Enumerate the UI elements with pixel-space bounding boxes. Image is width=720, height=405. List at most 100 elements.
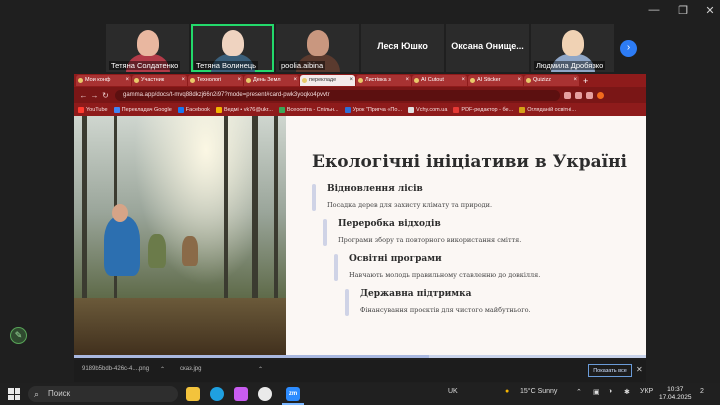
taskbar-search[interactable]: ⌕ Поиск <box>28 386 178 402</box>
search-icon: ⌕ <box>34 389 40 399</box>
bookmark-favicon-icon <box>113 106 120 113</box>
tab-label: Листівка з <box>365 77 391 83</box>
keyboard-indicator[interactable]: UK <box>448 388 458 395</box>
browser-tab[interactable]: Quizizz × <box>524 75 579 86</box>
bookmark-favicon-icon <box>78 106 84 113</box>
back-icon[interactable]: ← <box>78 91 89 100</box>
browser-tab[interactable]: перекладе × <box>300 75 355 86</box>
weather-widget[interactable]: 15°C Sunny <box>520 388 557 395</box>
slide-content: Екологічні ініціативи в Україні Відновле… <box>286 116 646 358</box>
participant-name: poolia.aibina <box>279 61 326 70</box>
tab-label: Мои конф <box>85 77 111 83</box>
bookmark-label: Facebook <box>185 106 210 113</box>
tab-label: Технологі <box>197 77 222 83</box>
tab-close-icon[interactable]: × <box>517 75 521 86</box>
participant-tile[interactable]: poolia.aibina <box>276 24 359 72</box>
tray-app-icon[interactable]: ▣ <box>593 388 600 396</box>
bookmark-item[interactable]: Ведмі • vk76@ukr... <box>215 106 273 113</box>
annotate-pencil-icon[interactable]: ✎ <box>10 327 27 344</box>
tab-close-icon[interactable]: × <box>181 75 185 86</box>
file-explorer-icon[interactable] <box>186 387 200 401</box>
taskbar-clock[interactable]: 10:37 17.04.2025 <box>659 386 692 402</box>
clock-time: 10:37 <box>667 386 684 393</box>
bookmark-item[interactable]: Всеосвіта - Спільн... <box>278 106 339 113</box>
bookmark-label: Всеосвіта - Спільн... <box>286 106 339 113</box>
extension-icon[interactable] <box>575 91 582 99</box>
tab-label: Участник <box>141 77 165 83</box>
next-participants-button[interactable]: › <box>620 40 637 57</box>
participant-tile[interactable]: Тетяна Солдатенко <box>106 24 189 72</box>
browser-tab[interactable]: Технологі × <box>188 75 243 86</box>
tray-app-icon[interactable]: ◑ <box>608 388 612 395</box>
tab-close-icon[interactable]: × <box>461 75 465 86</box>
forward-icon[interactable]: → <box>89 91 100 100</box>
tab-close-icon[interactable]: × <box>237 75 241 86</box>
bookmark-item[interactable]: Перекладач Google <box>113 106 172 113</box>
bookmark-item[interactable]: Урок "Пригча «По... <box>344 106 402 113</box>
participant-name: Леся Юшко <box>377 41 428 51</box>
notification-badge[interactable]: 2 <box>700 388 704 395</box>
tray-chevron-icon[interactable]: ⌃ <box>576 388 582 396</box>
participant-tile[interactable]: Оксана Онище... <box>446 24 529 72</box>
download-item[interactable]: 9189b5bdb-426c-4....png <box>82 366 149 372</box>
participant-tile[interactable]: Людмила Дробязко <box>531 24 614 72</box>
browser-tab[interactable]: Участник × <box>132 75 187 86</box>
url-field[interactable]: gamma.app/docs/t-mvq88dkzj66n2i97?mode=p… <box>115 89 560 101</box>
edge-icon[interactable] <box>210 387 224 401</box>
close-icon[interactable]: ✕ <box>703 4 717 17</box>
slide-title: Екологічні ініціативи в Україні <box>312 152 627 172</box>
participant-name: Тетяна Волинець <box>194 61 259 70</box>
tab-bar: Мои конф × Участник × Технологі × День Земл × пе… <box>74 74 646 87</box>
reload-icon[interactable]: ↻ <box>100 91 111 100</box>
bookmark-favicon-icon <box>453 106 460 113</box>
tab-label: AI Sticker <box>477 77 501 83</box>
extension-icon[interactable] <box>586 91 593 99</box>
tray-app-icon[interactable]: ✱ <box>624 388 630 396</box>
step-description: Посадка дерев для захисту клімату та при… <box>327 201 493 209</box>
bookmark-item[interactable]: YouTube <box>78 106 108 113</box>
chrome-icon[interactable] <box>258 387 272 401</box>
language-indicator[interactable]: УКР <box>640 388 653 395</box>
tab-close-icon[interactable]: × <box>125 75 129 86</box>
profile-avatar[interactable] <box>597 91 604 99</box>
bookmark-item[interactable]: Vchy.com.ua <box>408 106 447 113</box>
browser-tab[interactable]: Мои конф × <box>76 75 131 86</box>
maximize-icon[interactable]: ❐ <box>676 4 690 17</box>
new-tab-button[interactable]: + <box>583 76 588 86</box>
show-all-downloads-button[interactable]: Показать все <box>588 364 632 377</box>
tab-close-icon[interactable]: × <box>349 75 353 86</box>
participant-face <box>136 30 159 56</box>
step-heading: Відновлення лісів <box>327 184 423 194</box>
close-downloads-icon[interactable]: ✕ <box>636 365 643 374</box>
participant-tile[interactable]: Тетяна Волинець <box>191 24 274 72</box>
download-item[interactable]: сказ.jpg <box>180 366 201 372</box>
zoom-app-icon[interactable]: zm <box>286 387 300 401</box>
participant-face <box>561 30 584 56</box>
forest-planting-image <box>74 116 286 358</box>
download-chevron-icon[interactable]: ⌃ <box>160 366 165 373</box>
tab-close-icon[interactable]: × <box>573 75 577 86</box>
copilot-icon[interactable] <box>234 387 248 401</box>
browser-tab[interactable]: День Земл × <box>244 75 299 86</box>
step-marker <box>323 219 327 246</box>
tab-close-icon[interactable]: × <box>405 75 409 86</box>
step-marker <box>334 254 338 281</box>
download-chevron-icon[interactable]: ⌃ <box>258 366 263 373</box>
participant-tile[interactable]: Леся Юшко <box>361 24 444 72</box>
participant-strip: Тетяна Солдатенко Тетяна Волинець poolia.a… <box>106 24 614 72</box>
extension-icon[interactable] <box>564 91 571 99</box>
participant-name: Оксана Онище... <box>451 41 524 51</box>
windows-start-icon[interactable] <box>8 388 20 400</box>
minimize-icon[interactable]: — <box>647 4 661 16</box>
bookmark-item[interactable]: Facebook <box>177 106 210 113</box>
browser-tab[interactable]: AI Sticker × <box>468 75 523 86</box>
browser-tab[interactable]: AI Cutout × <box>412 75 467 86</box>
bookmark-item[interactable]: PDF-редактор - бе... <box>453 106 513 113</box>
bookmark-label: Перекладач Google <box>121 106 172 113</box>
presentation-slide: Екологічні ініціативи в Україні Відновле… <box>74 116 646 358</box>
browser-tab[interactable]: Листівка з × <box>356 75 411 86</box>
presentation-progress <box>74 355 646 358</box>
bookmark-item[interactable]: Огляданій освітні... <box>519 106 576 113</box>
tab-close-icon[interactable]: × <box>293 75 297 86</box>
bookmark-label: Ведмі • vk76@ukr... <box>223 106 273 113</box>
